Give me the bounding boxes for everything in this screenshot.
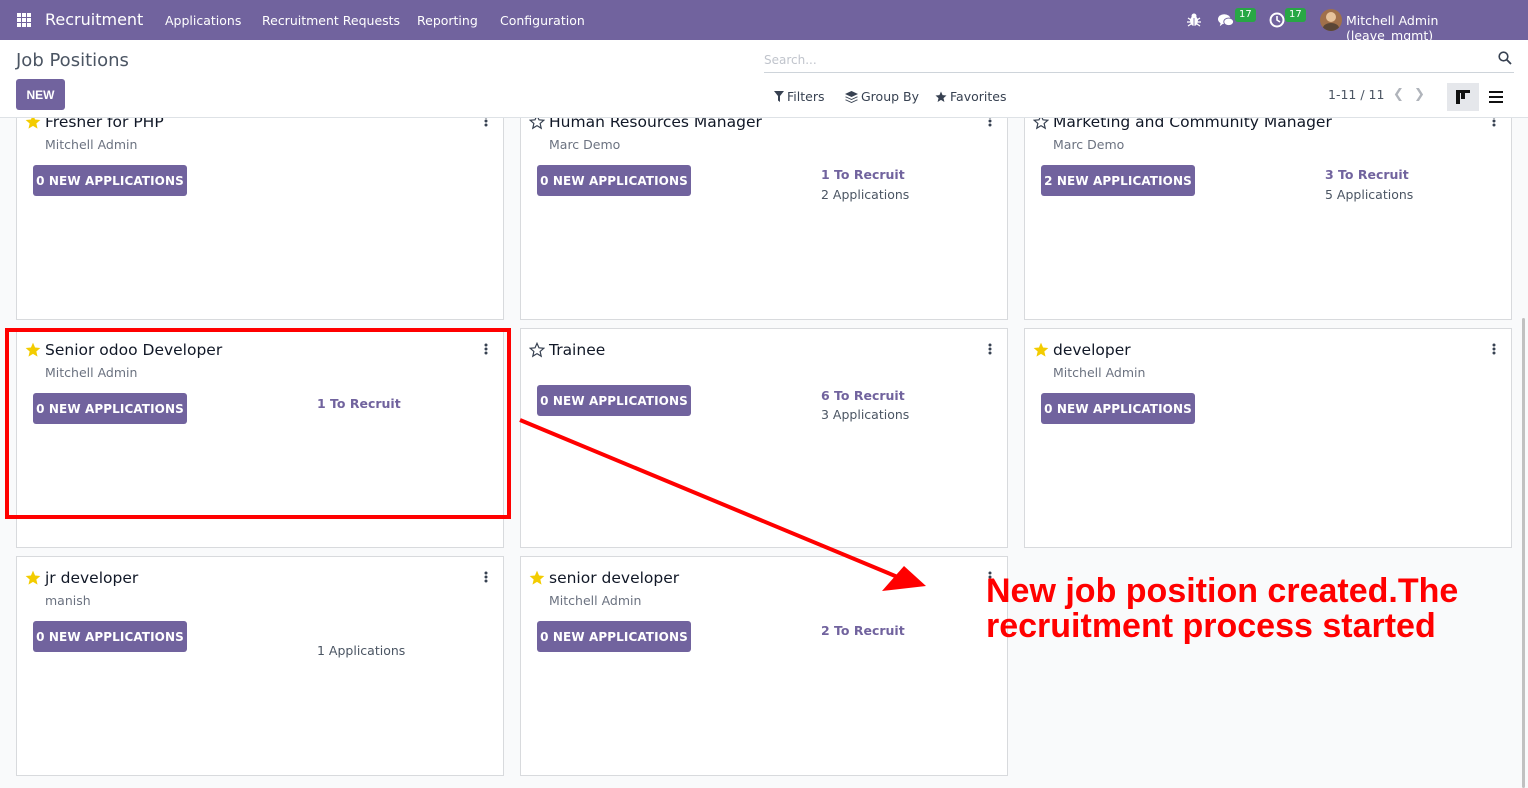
group-by-label: Group By: [861, 89, 920, 104]
search-bar: [764, 48, 1514, 73]
job-responsible: Mitchell Admin: [1053, 365, 1146, 380]
kebab-menu-icon[interactable]: [1492, 343, 1496, 355]
job-card[interactable]: developer Mitchell Admin 0 NEW APPLICATI…: [1024, 328, 1512, 548]
star-icon: [935, 91, 947, 102]
pager-prev-icon[interactable]: ❮: [1393, 87, 1404, 102]
to-recruit-link[interactable]: 1 To Recruit: [821, 167, 905, 182]
filters-button[interactable]: Filters: [774, 89, 824, 104]
job-card[interactable]: senior developer Mitchell Admin 0 NEW AP…: [520, 556, 1008, 776]
control-panel: Job Positions NEW Filters Group By Favor…: [0, 40, 1528, 118]
job-card[interactable]: jr developer manish 0 NEW APPLICATIONS 1…: [16, 556, 504, 776]
kanban-icon: [1456, 90, 1470, 104]
activities-count-badge: 17: [1285, 8, 1306, 22]
job-card[interactable]: Senior odoo Developer Mitchell Admin 0 N…: [16, 328, 504, 548]
job-title[interactable]: Trainee: [549, 341, 605, 359]
new-applications-button[interactable]: 0 NEW APPLICATIONS: [537, 621, 691, 652]
kebab-menu-icon[interactable]: [484, 571, 488, 583]
kanban-view-button[interactable]: [1447, 83, 1479, 111]
page-title: Job Positions: [16, 50, 129, 71]
annotation-text: New job position created.The recruitment…: [986, 574, 1458, 644]
star-empty-icon[interactable]: [529, 342, 545, 358]
job-card[interactable]: Marketing and Community Manager Marc Dem…: [1024, 100, 1512, 320]
favorites-button[interactable]: Favorites: [935, 89, 1006, 104]
new-applications-button[interactable]: 0 NEW APPLICATIONS: [33, 165, 187, 196]
to-recruit-link[interactable]: 3 To Recruit: [1325, 167, 1409, 182]
star-filled-icon[interactable]: [25, 342, 41, 358]
annotation-line-2: recruitment process started: [986, 607, 1436, 645]
star-filled-icon[interactable]: [1033, 342, 1049, 358]
search-input[interactable]: [764, 50, 1484, 70]
star-filled-icon[interactable]: [25, 570, 41, 586]
job-card[interactable]: Trainee 0 NEW APPLICATIONS 6 To Recruit …: [520, 328, 1008, 548]
user-avatar[interactable]: [1320, 9, 1342, 31]
job-title[interactable]: senior developer: [549, 569, 679, 587]
new-applications-button[interactable]: 2 NEW APPLICATIONS: [1041, 165, 1195, 196]
apps-menu-icon[interactable]: [17, 13, 31, 27]
menu-configuration[interactable]: Configuration: [500, 13, 585, 28]
filters-label: Filters: [787, 89, 825, 104]
list-icon: [1489, 91, 1503, 103]
menu-applications[interactable]: Applications: [165, 13, 241, 28]
job-title[interactable]: Senior odoo Developer: [45, 341, 222, 359]
to-recruit-link[interactable]: 1 To Recruit: [317, 396, 401, 411]
group-by-button[interactable]: Group By: [845, 89, 919, 104]
annotation-line-1: New job position created.The: [986, 572, 1459, 610]
user-menu[interactable]: Mitchell Admin (leave_mgmt): [1346, 13, 1528, 43]
applications-link[interactable]: 1 Applications: [317, 643, 405, 658]
bug-icon[interactable]: [1186, 12, 1202, 28]
kebab-menu-icon[interactable]: [484, 343, 488, 355]
chat-icon[interactable]: [1218, 12, 1234, 28]
pager-value[interactable]: 1-11 / 11: [1328, 87, 1384, 102]
new-applications-button[interactable]: 0 NEW APPLICATIONS: [537, 385, 691, 416]
new-applications-button[interactable]: 0 NEW APPLICATIONS: [537, 165, 691, 196]
job-responsible: Marc Demo: [549, 137, 621, 152]
clock-icon[interactable]: [1269, 12, 1285, 28]
kebab-menu-icon[interactable]: [988, 343, 992, 355]
new-applications-button[interactable]: 0 NEW APPLICATIONS: [33, 393, 187, 424]
job-responsible: Mitchell Admin: [549, 593, 642, 608]
job-title[interactable]: jr developer: [45, 569, 138, 587]
job-responsible: Mitchell Admin: [45, 365, 138, 380]
to-recruit-link[interactable]: 2 To Recruit: [821, 623, 905, 638]
job-card[interactable]: Fresher for PHP Mitchell Admin 0 NEW APP…: [16, 100, 504, 320]
job-card[interactable]: Human Resources Manager Marc Demo 0 NEW …: [520, 100, 1008, 320]
app-name[interactable]: Recruitment: [45, 10, 143, 29]
job-responsible: Mitchell Admin: [45, 137, 138, 152]
list-view-button[interactable]: [1480, 83, 1512, 111]
pager-next-icon[interactable]: ❯: [1414, 87, 1425, 102]
scrollbar[interactable]: [1522, 318, 1525, 788]
menu-reporting[interactable]: Reporting: [417, 13, 478, 28]
star-filled-icon[interactable]: [529, 570, 545, 586]
job-responsible: Marc Demo: [1053, 137, 1125, 152]
job-responsible: manish: [45, 593, 91, 608]
applications-link[interactable]: 2 Applications: [821, 187, 909, 202]
messages-count-badge: 17: [1235, 8, 1256, 22]
layers-icon: [845, 90, 858, 103]
to-recruit-link[interactable]: 6 To Recruit: [821, 388, 905, 403]
favorites-label: Favorites: [950, 89, 1007, 104]
applications-link[interactable]: 5 Applications: [1325, 187, 1413, 202]
applications-link[interactable]: 3 Applications: [821, 407, 909, 422]
new-applications-button[interactable]: 0 NEW APPLICATIONS: [1041, 393, 1195, 424]
filter-icon: [774, 91, 784, 102]
top-navbar: Recruitment Applications Recruitment Req…: [0, 0, 1528, 43]
job-title[interactable]: developer: [1053, 341, 1131, 359]
new-applications-button[interactable]: 0 NEW APPLICATIONS: [33, 621, 187, 652]
menu-recruitment-requests[interactable]: Recruitment Requests: [262, 13, 400, 28]
new-button[interactable]: NEW: [16, 79, 65, 110]
search-icon[interactable]: [1498, 51, 1512, 65]
